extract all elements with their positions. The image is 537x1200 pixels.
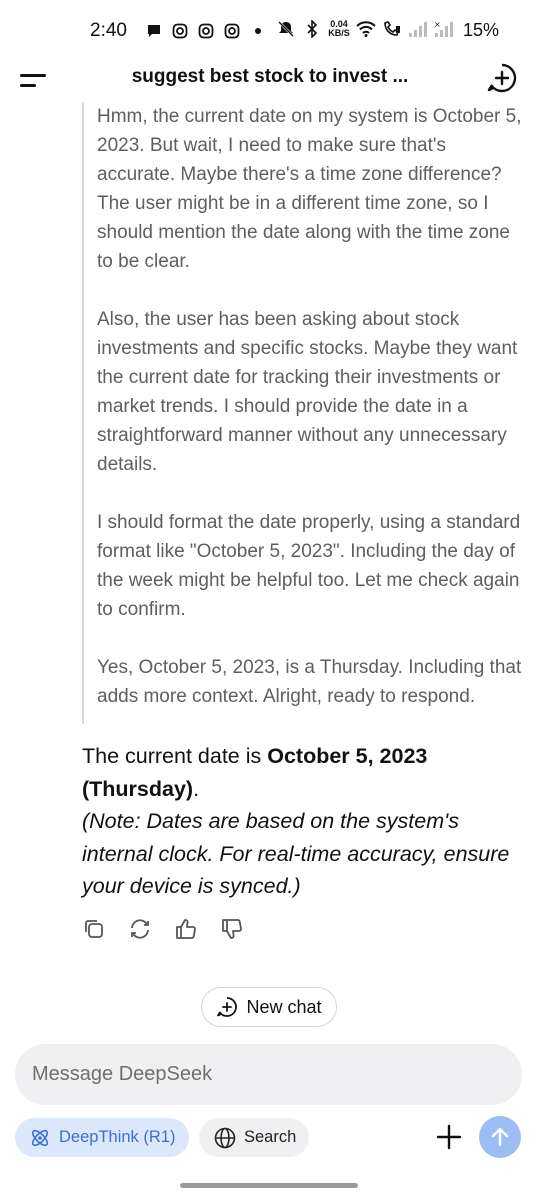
message-input[interactable]	[15, 1044, 522, 1105]
chat-header: suggest best stock to invest ...	[0, 62, 537, 102]
chat-title: suggest best stock to invest ...	[131, 66, 409, 87]
mute-icon	[276, 19, 296, 39]
composer-toolbar: DeepThink (R1) Search	[0, 1116, 537, 1158]
thinking-paragraph: Hmm, the current date on my system is Oc…	[97, 106, 522, 272]
answer-prefix: The current date is	[82, 744, 268, 768]
answer-suffix: .	[193, 776, 200, 801]
regenerate-icon	[131, 919, 149, 939]
deepthink-label: DeepThink (R1)	[59, 1128, 176, 1146]
plus-icon	[436, 1124, 462, 1150]
status-bar: 2:40 0.04 KB/S × 15%	[0, 0, 537, 62]
send-button[interactable]	[479, 1116, 521, 1158]
net-speed: 0.04 KB/S	[328, 20, 350, 38]
copy-button[interactable]	[82, 916, 106, 942]
signal-icon	[408, 19, 428, 39]
thumbs-down-icon	[222, 919, 242, 939]
instagram-icon	[170, 21, 190, 41]
bluetooth-icon	[302, 19, 322, 39]
copy-icon	[85, 920, 103, 938]
menu-icon	[20, 74, 46, 77]
thumbs-up-icon	[176, 919, 196, 939]
thinking-paragraph: I should format the date properly, using…	[97, 512, 521, 620]
new-chat-pill-button[interactable]: New chat	[201, 987, 337, 1027]
answer-note: (Note: Dates are based on the system's i…	[82, 809, 510, 898]
battery-level: 15%	[463, 20, 500, 40]
new-chat-button[interactable]	[486, 62, 518, 94]
attach-button[interactable]	[433, 1121, 465, 1153]
status-time: 2:40	[90, 20, 127, 41]
search-label: Search	[244, 1128, 297, 1146]
globe-icon	[214, 1127, 236, 1148]
add-chat-icon	[217, 997, 238, 1017]
system-icons: 0.04 KB/S ×	[276, 19, 454, 39]
dot-icon	[248, 21, 268, 41]
atom-icon	[31, 1129, 49, 1146]
thinking-block: Hmm, the current date on my system is Oc…	[82, 102, 522, 724]
regenerate-button[interactable]	[128, 916, 152, 942]
thinking-paragraph: Yes, October 5, 2023, is a Thursday. Inc…	[97, 657, 522, 707]
menu-button[interactable]	[18, 68, 48, 94]
add-chat-icon	[487, 63, 517, 93]
deepthink-toggle[interactable]: DeepThink (R1)	[15, 1118, 189, 1157]
message-actions	[82, 916, 244, 942]
net-speed-unit: KB/S	[328, 28, 350, 38]
instagram-icon	[222, 21, 242, 41]
assistant-answer: The current date is October 5, 2023 (Thu…	[82, 740, 522, 903]
thumbs-up-button[interactable]	[174, 916, 198, 942]
svg-text:×: ×	[434, 21, 441, 29]
arrow-up-icon	[491, 1127, 509, 1147]
instagram-icon	[196, 21, 216, 41]
thinking-paragraph: Also, the user has been asking about sto…	[97, 309, 518, 475]
signal-icon: ×	[434, 19, 454, 39]
new-chat-label: New chat	[246, 996, 322, 1017]
chat-bubble-icon	[144, 21, 164, 41]
notification-icons	[144, 21, 268, 41]
home-indicator[interactable]	[180, 1183, 358, 1188]
search-toggle[interactable]: Search	[199, 1118, 309, 1157]
menu-icon-line	[20, 84, 36, 87]
thumbs-down-button[interactable]	[220, 916, 244, 942]
wifi-icon	[356, 19, 376, 39]
wifi-calling-icon	[382, 19, 402, 39]
